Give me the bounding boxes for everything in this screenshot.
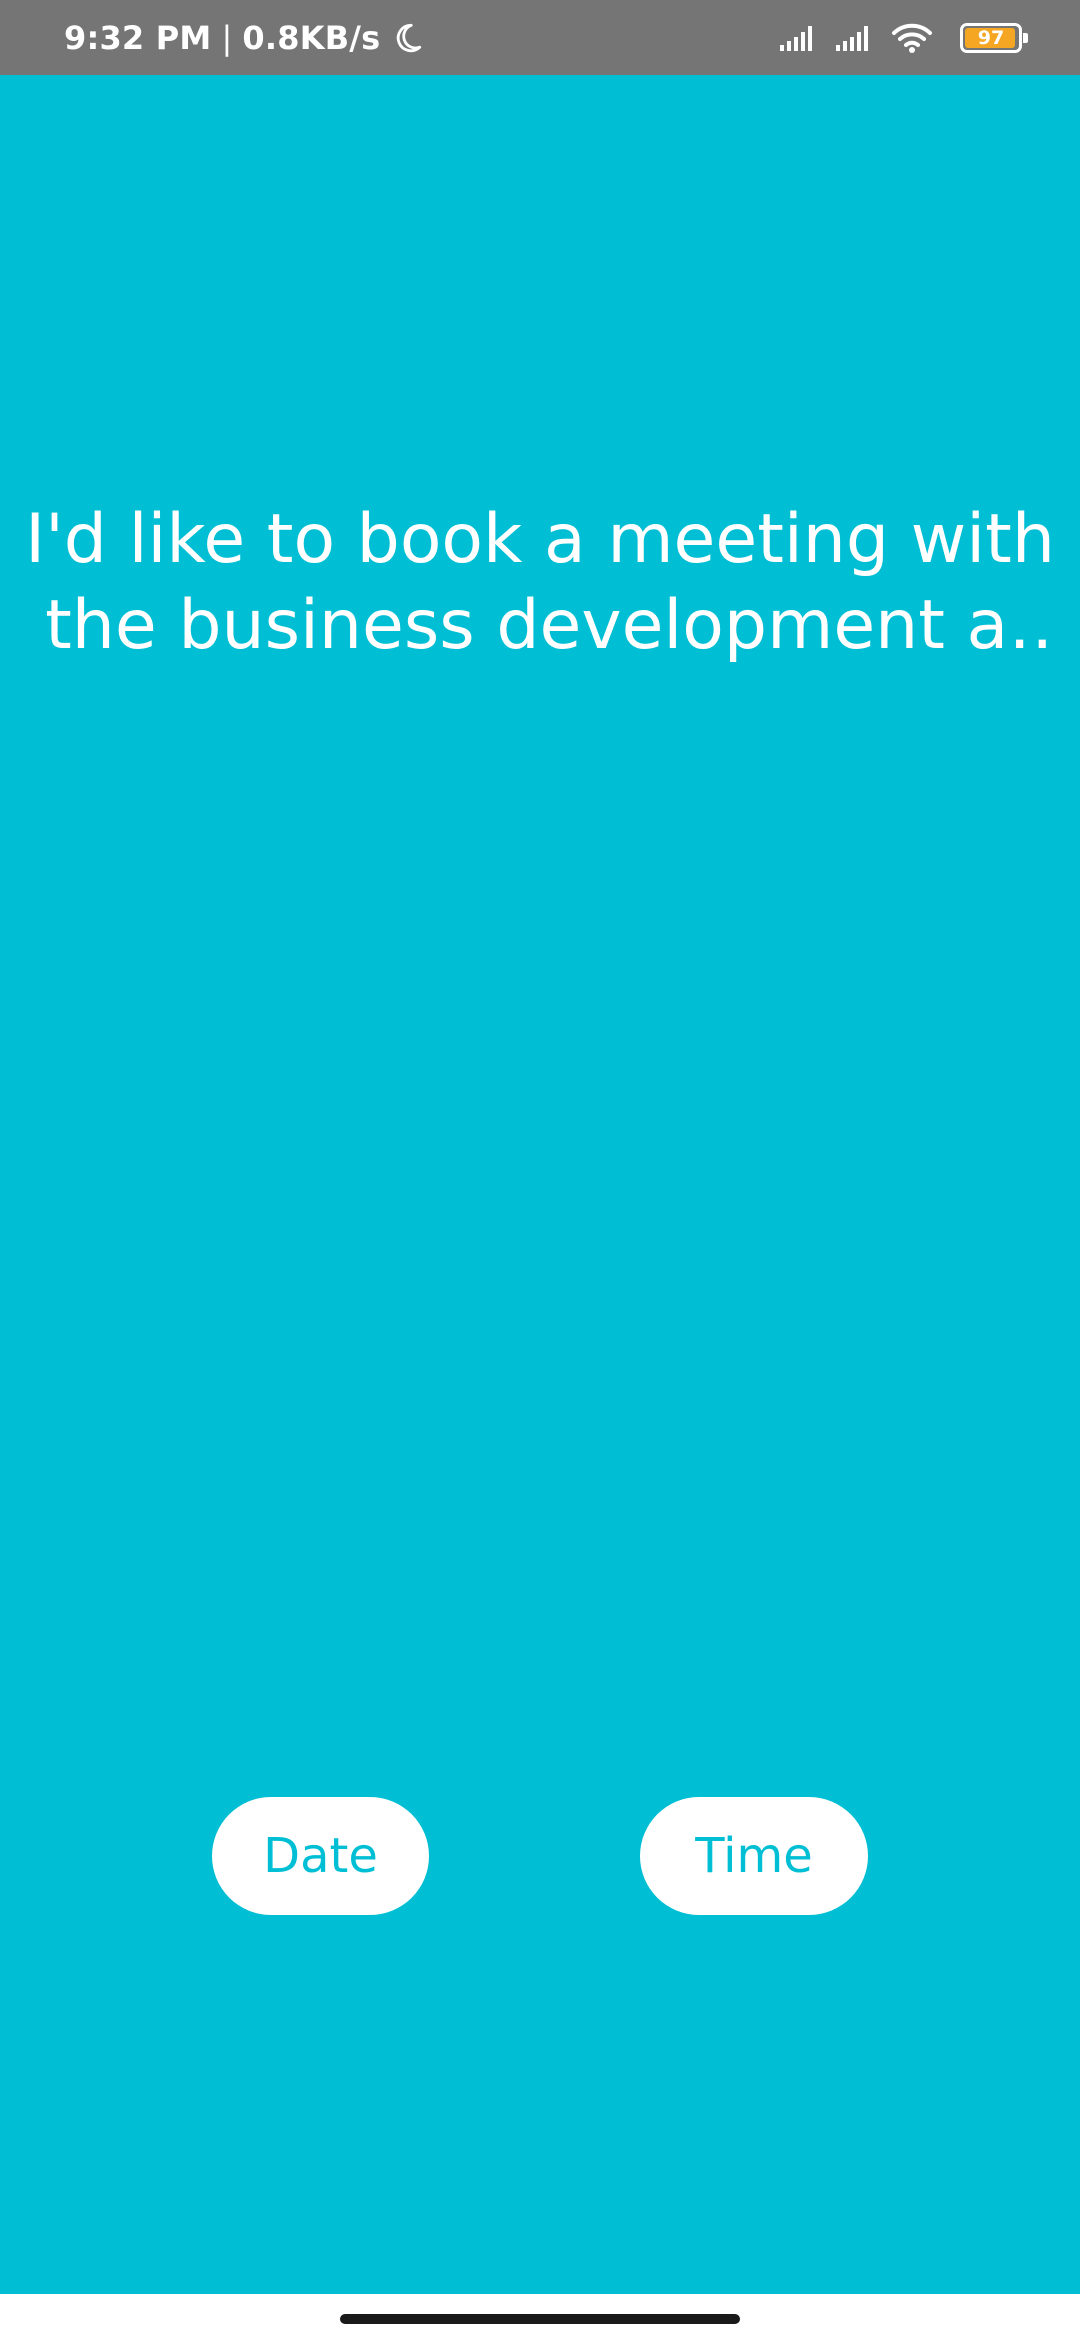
- navigation-bar: [0, 2294, 1080, 2340]
- meeting-prompt-text: I'd like to book a meeting with the busi…: [25, 500, 1055, 665]
- home-indicator[interactable]: [340, 2314, 740, 2324]
- signal-icon: [836, 25, 868, 51]
- signal-icon: [780, 25, 812, 51]
- battery-level: 97: [977, 26, 1005, 49]
- wifi-icon: [892, 23, 932, 53]
- status-time: 9:32 PM: [64, 18, 212, 57]
- date-button[interactable]: Date: [212, 1797, 429, 1915]
- status-bar: 9:32 PM | 0.8KB/s 97: [0, 0, 1080, 75]
- status-right: 97: [778, 0, 1028, 75]
- network-speed: 0.8KB/s: [242, 18, 381, 57]
- battery-icon: 97: [960, 22, 1028, 53]
- status-left: 9:32 PM | 0.8KB/s: [64, 0, 424, 75]
- time-button[interactable]: Time: [640, 1797, 868, 1915]
- moon-icon: [397, 23, 422, 52]
- status-separator: |: [221, 18, 233, 57]
